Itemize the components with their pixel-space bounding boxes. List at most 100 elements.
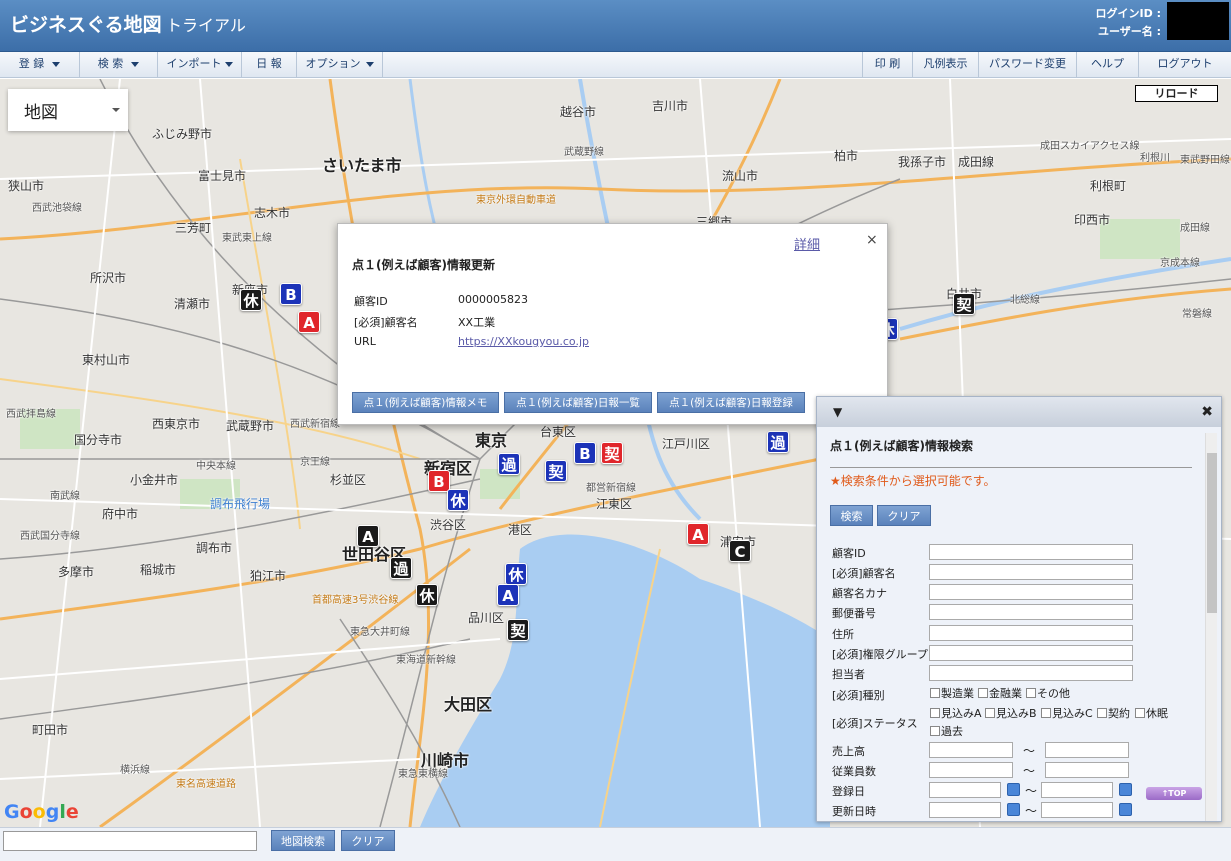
- rail-label: 東急東横線: [398, 769, 448, 780]
- map-marker[interactable]: 契: [545, 460, 567, 482]
- map-marker[interactable]: A: [357, 525, 379, 547]
- type-checkbox[interactable]: 金融業: [978, 685, 1022, 701]
- map-marker[interactable]: 休: [240, 289, 262, 311]
- map-marker[interactable]: B: [280, 283, 302, 305]
- group-input[interactable]: [929, 645, 1133, 661]
- chevron-down-icon: [131, 61, 140, 67]
- daily-list-button[interactable]: 点１(例えば顧客)日報一覧: [504, 392, 652, 413]
- search-button[interactable]: 検索: [830, 505, 873, 526]
- upd-date-to-input[interactable]: [1041, 802, 1113, 818]
- nav-help-label: ヘルプ: [1091, 57, 1124, 70]
- nav-search[interactable]: 検 索: [80, 52, 158, 78]
- address-search-input[interactable]: [3, 831, 257, 851]
- rail-label: 都営新宿線: [586, 483, 636, 494]
- upd-date-from-input[interactable]: [929, 802, 1001, 818]
- field-label: 担当者: [832, 668, 865, 681]
- scrollbar-thumb[interactable]: [1207, 453, 1217, 613]
- map-marker[interactable]: A: [497, 584, 519, 606]
- panel-scrollbar[interactable]: [1205, 433, 1217, 821]
- nav-register[interactable]: 登 録: [0, 52, 80, 78]
- calendar-icon[interactable]: [1119, 803, 1132, 816]
- map-label: 柏市: [834, 149, 859, 163]
- status-checkbox[interactable]: 休眠: [1135, 705, 1168, 721]
- map-label: 多摩市: [58, 565, 95, 579]
- detail-link[interactable]: 詳細: [794, 234, 820, 253]
- nav-option[interactable]: オプション: [297, 52, 383, 78]
- map-marker[interactable]: 過: [767, 431, 789, 453]
- nav-logout[interactable]: ログアウト: [1138, 52, 1231, 78]
- map-marker[interactable]: 休: [505, 563, 527, 585]
- rail-label: 東名高速道路: [176, 779, 236, 790]
- collapse-icon[interactable]: ▼: [833, 405, 842, 419]
- map-marker[interactable]: 過: [498, 453, 520, 475]
- map-label: 越谷市: [560, 105, 597, 119]
- rail-label: 西武新宿線: [290, 419, 340, 430]
- nav-help[interactable]: ヘルプ: [1076, 52, 1138, 78]
- map-marker[interactable]: B: [428, 470, 450, 492]
- status-checkbox[interactable]: 契約: [1097, 705, 1130, 721]
- calendar-icon[interactable]: [1007, 783, 1020, 796]
- nav-password-change[interactable]: パスワード変更: [978, 52, 1076, 78]
- map-label: 西東京市: [152, 417, 201, 431]
- map-marker[interactable]: 契: [953, 293, 975, 315]
- postal-code-input[interactable]: [929, 604, 1133, 620]
- field-label: 顧客名カナ: [832, 587, 887, 600]
- map-marker[interactable]: B: [574, 442, 596, 464]
- type-checkbox[interactable]: その他: [1026, 685, 1070, 701]
- search-panel: ▼ ✖ 点１(例えば顧客)情報検索 ★検索条件から選択可能です。 検索 クリア …: [816, 396, 1222, 822]
- customer-id-input[interactable]: [929, 544, 1133, 560]
- calendar-icon[interactable]: [1119, 783, 1132, 796]
- sales-to-input[interactable]: [1045, 742, 1129, 758]
- status-checkbox[interactable]: 見込みB: [985, 705, 1037, 721]
- staff-input[interactable]: [929, 665, 1133, 681]
- nav-daily-report[interactable]: 日 報: [242, 52, 297, 78]
- clear-button[interactable]: クリア: [877, 505, 931, 526]
- calendar-icon[interactable]: [1007, 803, 1020, 816]
- sales-from-input[interactable]: [929, 742, 1013, 758]
- reg-date-from-input[interactable]: [929, 782, 1001, 798]
- url-link[interactable]: https://XXkougyou.co.jp: [458, 335, 589, 348]
- status-checkbox[interactable]: 見込みA: [930, 705, 982, 721]
- map-marker[interactable]: A: [687, 523, 709, 545]
- close-icon[interactable]: ×: [866, 232, 878, 248]
- field-label: 住所: [832, 628, 854, 641]
- field-label: 従業員数: [832, 765, 876, 778]
- map-marker[interactable]: 休: [447, 489, 469, 511]
- chevron-down-icon: [365, 61, 374, 67]
- field-label: 郵便番号: [832, 607, 876, 620]
- type-checkbox[interactable]: 製造業: [930, 685, 974, 701]
- rail-label: 西武拝島線: [6, 409, 56, 420]
- customer-kana-input[interactable]: [929, 584, 1133, 600]
- employees-from-input[interactable]: [929, 762, 1013, 778]
- status-checkbox[interactable]: 見込みC: [1041, 705, 1093, 721]
- address-input[interactable]: [929, 625, 1133, 641]
- rail-label: 横浜線: [120, 765, 150, 776]
- reg-date-to-input[interactable]: [1041, 782, 1113, 798]
- map-marker[interactable]: C: [729, 540, 751, 562]
- daily-register-button[interactable]: 点１(例えば顧客)日報登録: [657, 392, 805, 413]
- reload-button[interactable]: リロード: [1135, 85, 1218, 102]
- map-marker[interactable]: 契: [507, 619, 529, 641]
- map-label: さいたま市: [322, 156, 402, 175]
- map-marker[interactable]: 休: [416, 584, 438, 606]
- map-label: 国分寺市: [74, 433, 123, 447]
- nav-print[interactable]: 印 刷: [862, 52, 912, 78]
- close-icon[interactable]: ✖: [1201, 404, 1213, 420]
- map-type-select[interactable]: 地図: [8, 89, 128, 131]
- map-marker[interactable]: A: [298, 311, 320, 333]
- nav-import[interactable]: インポート: [158, 52, 242, 78]
- nav-password-label: パスワード変更: [989, 57, 1066, 70]
- nav-legend[interactable]: 凡例表示: [912, 52, 978, 78]
- chevron-down-icon: [224, 61, 233, 67]
- bottom-clear-button[interactable]: クリア: [341, 830, 395, 851]
- to-top-button[interactable]: ↑TOP: [1146, 787, 1202, 800]
- map-marker[interactable]: 契: [601, 442, 623, 464]
- login-redacted-box: [1167, 2, 1229, 40]
- map-search-button[interactable]: 地図検索: [271, 830, 335, 851]
- map-marker[interactable]: 過: [390, 557, 412, 579]
- status-checkbox[interactable]: 過去: [930, 723, 963, 739]
- employees-to-input[interactable]: [1045, 762, 1129, 778]
- memo-button[interactable]: 点１(例えば顧客)情報メモ: [352, 392, 499, 413]
- map-label: 狛江市: [250, 569, 287, 583]
- customer-name-input[interactable]: [929, 564, 1133, 580]
